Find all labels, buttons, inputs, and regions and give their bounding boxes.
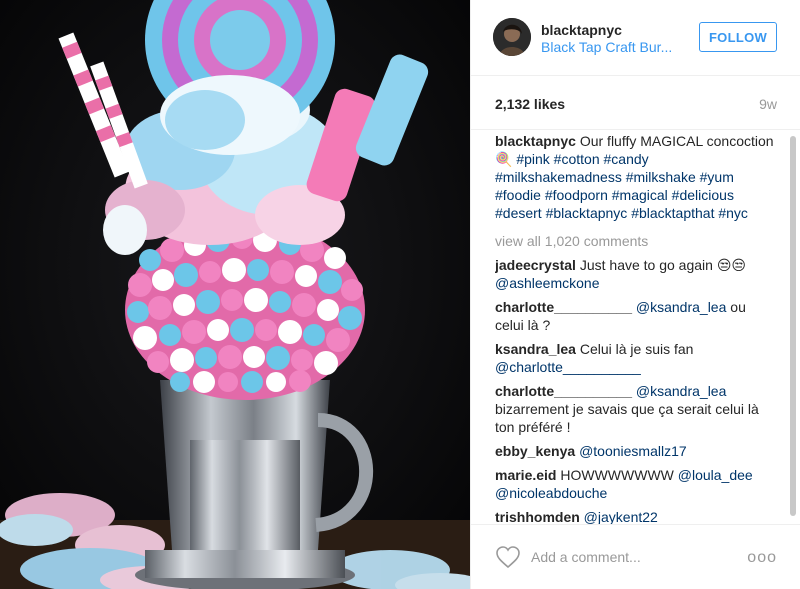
post-age[interactable]: 9w [759, 96, 777, 112]
caption-username[interactable]: blacktapnyc [495, 133, 576, 149]
caption: blacktapnyc Our fluffy MAGICAL concoctio… [495, 132, 777, 222]
post-header: blacktapnyc Black Tap Craft Bur... FOLLO… [471, 0, 800, 76]
caption-hashtags[interactable]: #pink #cotton #candy #milkshakemadness #… [495, 151, 748, 221]
comment-username[interactable]: charlotte__________ [495, 383, 632, 399]
comment-mention[interactable]: @ashleemckone [495, 275, 600, 291]
comment-mention[interactable]: @loula_dee [678, 467, 753, 483]
comment-mention[interactable]: @nicoleabdouche [495, 485, 607, 501]
comment-mention[interactable]: @ksandra_lea [636, 383, 727, 399]
avatar[interactable] [493, 18, 531, 56]
comment-username[interactable]: marie.eid [495, 467, 556, 483]
comment-mention[interactable]: @jaykent22 [584, 509, 658, 524]
list-item: ebby_kenya @tooniesmallz17 [495, 442, 777, 460]
milkshake-image [0, 0, 470, 589]
comment-mention[interactable]: @tooniesmallz17 [579, 443, 687, 459]
post-sidebar: blacktapnyc Black Tap Craft Bur... FOLLO… [470, 0, 800, 589]
comment-username[interactable]: jadeecrystal [495, 257, 576, 273]
comment-username[interactable]: charlotte__________ [495, 299, 632, 315]
post-photo[interactable] [0, 0, 470, 589]
avatar-image [493, 18, 531, 56]
comment-list[interactable]: blacktapnyc Our fluffy MAGICAL concoctio… [495, 132, 777, 524]
post-stats: 2,132 likes 9w [471, 76, 800, 130]
add-comment-input[interactable] [531, 543, 741, 571]
follow-button[interactable]: FOLLOW [699, 22, 777, 52]
view-all-comments-link[interactable]: view all 1,020 comments [495, 232, 777, 250]
comment-mention[interactable]: @ksandra_lea [636, 299, 727, 315]
comments-scrollbar[interactable] [790, 136, 796, 516]
more-options-icon[interactable]: ooo [747, 549, 777, 567]
heart-icon[interactable] [495, 545, 521, 569]
list-item: jadeecrystal Just have to go again 😒😒 @a… [495, 256, 777, 292]
comment-text: Just have to go again 😒😒 [579, 257, 747, 273]
comment-username[interactable]: ebby_kenya [495, 443, 575, 459]
comment-composer: ooo [471, 524, 800, 589]
comment-text: HOWWWWWWW [560, 467, 674, 483]
scrollbar-thumb[interactable] [790, 136, 796, 516]
comment-text: bizarrement je savais que ça serait celu… [495, 401, 759, 435]
comment-mention[interactable]: @charlotte__________ [495, 359, 641, 375]
list-item: charlotte__________ @ksandra_lea ou celu… [495, 298, 777, 334]
post-username[interactable]: blacktapnyc [541, 22, 622, 38]
post-location[interactable]: Black Tap Craft Bur... [541, 39, 672, 55]
comment-text: Celui là je suis fan [579, 341, 694, 357]
comment-username[interactable]: trishhomden [495, 509, 580, 524]
list-item: marie.eid HOWWWWWWW @loula_dee @nicoleab… [495, 466, 777, 502]
list-item: trishhomden @jaykent22 [495, 508, 777, 524]
list-item: charlotte__________ @ksandra_lea bizarre… [495, 382, 777, 436]
comment-username[interactable]: ksandra_lea [495, 341, 576, 357]
likes-count[interactable]: 2,132 likes [495, 96, 565, 112]
list-item: ksandra_lea Celui là je suis fan @charlo… [495, 340, 777, 376]
